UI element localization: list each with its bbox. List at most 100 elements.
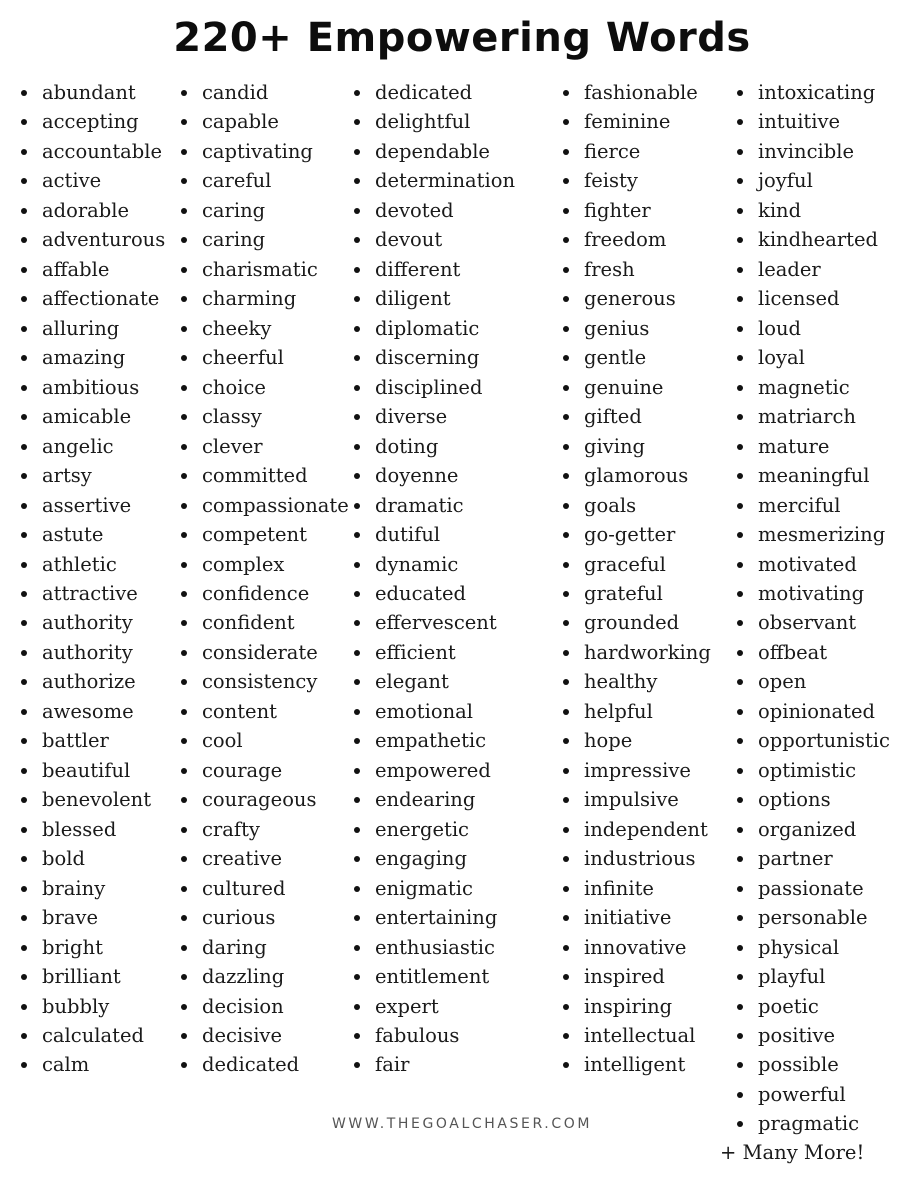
list-item: cool (178, 726, 349, 755)
bullet-icon (563, 885, 569, 892)
word-text: intoxicating (758, 81, 876, 104)
bullet-icon (181, 355, 187, 362)
bullet-icon (21, 708, 27, 715)
word-text: motivating (758, 581, 865, 605)
list-item: mesmerizing (734, 520, 890, 549)
word-text: confidence (202, 581, 310, 605)
word-text: graceful (584, 552, 666, 576)
list-item: dependable (351, 137, 515, 166)
bullet-icon (354, 414, 360, 421)
word-text: mature (758, 434, 830, 458)
word-text: devout (375, 228, 443, 252)
bullet-icon (21, 767, 27, 774)
list-item: offbeat (734, 638, 890, 667)
list-item: gentle (560, 343, 711, 372)
word-text: committed (202, 464, 308, 488)
list-item: opinionated (734, 697, 890, 726)
bullet-icon (181, 502, 187, 509)
bullet-icon (354, 119, 360, 126)
bullet-icon (181, 649, 187, 656)
bullet-icon (737, 148, 743, 155)
word-text: capable (202, 110, 279, 134)
list-item: courageous (178, 785, 349, 814)
word-text: affectionate (42, 287, 160, 311)
bullet-icon (181, 885, 187, 892)
word-text: intellectual (584, 1024, 696, 1047)
word-text: blessed (42, 817, 117, 841)
word-text: calm (42, 1053, 90, 1077)
list-item: consistency (178, 667, 349, 696)
list-item: empathetic (351, 726, 515, 755)
word-text: mesmerizing (758, 523, 886, 547)
list-item: adventurous (18, 225, 165, 254)
bullet-icon (181, 532, 187, 539)
word-text: empowered (375, 758, 491, 782)
bullet-icon (737, 649, 743, 656)
bullet-icon (563, 649, 569, 656)
list-item: considerate (178, 638, 349, 667)
word-text: hope (584, 729, 633, 753)
bullet-icon (354, 384, 360, 391)
bullet-icon (21, 590, 27, 597)
bullet-icon (21, 207, 27, 214)
list-item: genius (560, 314, 711, 343)
word-text: classy (202, 405, 262, 429)
list-item: independent (560, 815, 711, 844)
bullet-icon (354, 738, 360, 745)
bullet-icon (563, 325, 569, 332)
list-item: bubbly (18, 992, 165, 1021)
bullet-icon (181, 826, 187, 833)
word-column-1: abundant accepting accountable active adorab… (18, 78, 165, 1080)
bullet-icon (181, 148, 187, 155)
bullet-icon (737, 443, 743, 450)
word-text: decisive (202, 1024, 282, 1047)
list-item: captivating (178, 137, 349, 166)
list-item: authority (18, 638, 165, 667)
list-item: doyenne (351, 461, 515, 490)
word-text: clever (202, 434, 263, 458)
word-text: optimistic (758, 758, 857, 782)
list-item: angelic (18, 432, 165, 461)
bullet-icon (737, 473, 743, 480)
bullet-icon (354, 649, 360, 656)
word-text: adorable (42, 198, 130, 222)
word-text: complex (202, 552, 285, 576)
list-item: motivated (734, 550, 890, 579)
bullet-icon (354, 885, 360, 892)
word-text: playful (758, 965, 826, 989)
word-text: partner (758, 847, 833, 871)
list-item: empowered (351, 756, 515, 785)
word-text: fabulous (375, 1024, 460, 1047)
list-item: affable (18, 255, 165, 284)
list-item: expert (351, 992, 515, 1021)
bullet-icon (181, 944, 187, 951)
bullet-icon (563, 708, 569, 715)
word-text: open (758, 670, 807, 694)
list-item: fabulous (351, 1021, 515, 1050)
word-text: diligent (375, 287, 451, 311)
bullet-icon (354, 443, 360, 450)
list-item: astute (18, 520, 165, 549)
bullet-icon (181, 325, 187, 332)
bullet-icon (354, 974, 360, 981)
bullet-icon (21, 502, 27, 509)
bullet-icon (354, 355, 360, 362)
list-item: attractive (18, 579, 165, 608)
bullet-icon (563, 1033, 569, 1039)
list-item: fierce (560, 137, 711, 166)
bullet-icon (737, 414, 743, 421)
word-text: elegant (375, 670, 449, 694)
list-item: confident (178, 608, 349, 637)
bullet-icon (737, 325, 743, 332)
word-text: impulsive (584, 788, 679, 812)
word-text: intelligent (584, 1053, 686, 1077)
bullet-icon (563, 532, 569, 539)
list-item: infinite (560, 874, 711, 903)
bullet-icon (737, 856, 743, 863)
word-text: magnetic (758, 375, 850, 399)
bullet-icon (737, 502, 743, 509)
list-item: careful (178, 166, 349, 195)
word-text: assertive (42, 493, 132, 517)
bullet-icon (181, 119, 187, 126)
word-text: cultured (202, 876, 286, 900)
